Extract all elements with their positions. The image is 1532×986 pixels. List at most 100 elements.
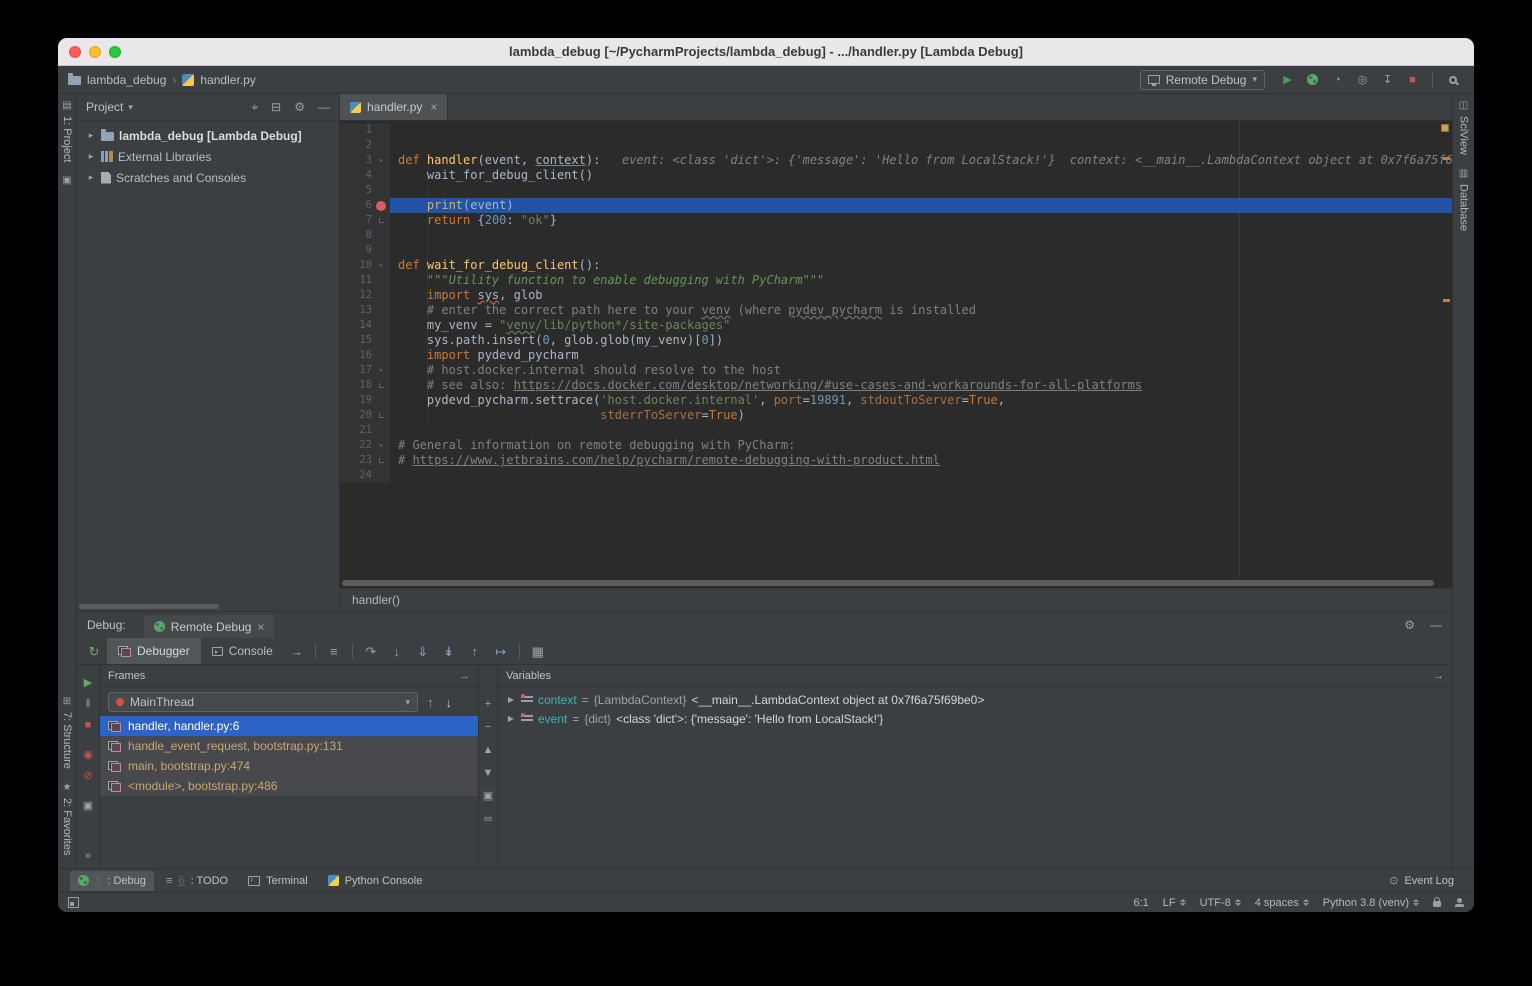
- gutter[interactable]: 7: [340, 213, 390, 228]
- code-text[interactable]: # https://www.jetbrains.com/help/pycharm…: [390, 453, 1452, 468]
- profiler-button[interactable]: ◎: [1351, 69, 1374, 91]
- run-to-cursor-icon[interactable]: ↦: [488, 645, 514, 658]
- toolbutton-python-console[interactable]: Python Console: [320, 871, 431, 891]
- code-text[interactable]: [390, 423, 1452, 438]
- gutter[interactable]: 19: [340, 393, 390, 408]
- gutter[interactable]: 3▾: [340, 153, 390, 168]
- stop-button-debug[interactable]: ■: [85, 720, 92, 731]
- code-line-2[interactable]: 2: [340, 138, 1452, 153]
- resume-button[interactable]: ▶: [84, 678, 92, 689]
- view-as-table-icon[interactable]: ▦: [525, 645, 551, 658]
- attach-button[interactable]: ↧: [1376, 69, 1399, 91]
- gutter[interactable]: 9: [340, 243, 390, 258]
- duplicate-watch-button[interactable]: ▣: [483, 791, 493, 802]
- code-line-12[interactable]: 12 import sys, glob: [340, 288, 1452, 303]
- toolbutton-todo[interactable]: ≡6: TODO: [158, 871, 236, 891]
- gutter[interactable]: 13: [340, 303, 390, 318]
- breadcrumb-project[interactable]: lambda_debug: [87, 73, 166, 87]
- fold-down-icon[interactable]: ▾: [379, 438, 384, 453]
- step-over-icon[interactable]: ↷: [358, 645, 384, 658]
- gutter[interactable]: 24: [340, 468, 390, 483]
- rerun-debugger-icon[interactable]: ↻: [81, 645, 107, 658]
- frame-row[interactable]: handle_event_request, bootstrap.py:131: [100, 736, 478, 756]
- code-text[interactable]: # General information on remote debuggin…: [390, 438, 1452, 453]
- debug-button[interactable]: [1301, 69, 1324, 91]
- code-line-16[interactable]: 16 import pydevd_pycharm: [340, 348, 1452, 363]
- tool-stripe-extra[interactable]: ▣: [61, 169, 73, 193]
- status-item[interactable]: LF: [1163, 897, 1186, 909]
- restore-layout-button[interactable]: ▣: [83, 801, 93, 812]
- tool-stripe-sciview[interactable]: ◫SciView: [1458, 94, 1470, 162]
- code-text[interactable]: # see also: https://docs.docker.com/desk…: [390, 378, 1452, 393]
- code-text[interactable]: def wait_for_debug_client():: [390, 258, 1452, 273]
- status-item[interactable]: 4 spaces: [1255, 897, 1309, 909]
- fold-down-icon[interactable]: ▾: [379, 363, 384, 378]
- code-text[interactable]: print(event): [390, 198, 1452, 213]
- gutter[interactable]: 21: [340, 423, 390, 438]
- force-step-into-icon[interactable]: ⇓: [410, 645, 436, 658]
- code-line-20[interactable]: 20 stderrToServer=True): [340, 408, 1452, 423]
- code-line-13[interactable]: 13 # enter the correct path here to your…: [340, 303, 1452, 318]
- error-stripe-mark[interactable]: [1443, 157, 1450, 160]
- code-line-18[interactable]: 18 # see also: https://docs.docker.com/d…: [340, 378, 1452, 393]
- mute-breakpoints-button[interactable]: ⊘: [83, 771, 92, 782]
- error-stripe-mark[interactable]: [1443, 299, 1450, 302]
- gutter[interactable]: 14: [340, 318, 390, 333]
- gutter[interactable]: 18: [340, 378, 390, 393]
- gutter[interactable]: 20: [340, 408, 390, 423]
- code-line-19[interactable]: 19 pydevd_pycharm.settrace('host.docker.…: [340, 393, 1452, 408]
- run-button[interactable]: ▶: [1276, 69, 1299, 91]
- inline-values-button[interactable]: ∞: [484, 814, 492, 825]
- gutter[interactable]: 15: [340, 333, 390, 348]
- code-line-11[interactable]: 11 """Utility function to enable debuggi…: [340, 273, 1452, 288]
- code-line-6[interactable]: 6 print(event): [340, 198, 1452, 213]
- chevron-down-icon[interactable]: ▾: [128, 102, 133, 113]
- code-text[interactable]: sys.path.insert(0, glob.glob(my_venv)[0]…: [390, 333, 1452, 348]
- breadcrumb-file[interactable]: handler.py: [200, 73, 255, 87]
- gutter[interactable]: 10▾: [340, 258, 390, 273]
- more-options-button[interactable]: »: [85, 851, 91, 862]
- gutter[interactable]: 1: [340, 123, 390, 138]
- gutter[interactable]: 6: [340, 198, 390, 213]
- toolbutton-event-log[interactable]: ⊙Event Log: [1381, 871, 1462, 891]
- run-config-selector[interactable]: Remote Debug ▾: [1140, 70, 1265, 90]
- code-text[interactable]: def handler(event, context): event: <cla…: [390, 153, 1452, 168]
- fold-end-icon[interactable]: [379, 383, 384, 388]
- code-line-3[interactable]: 3▾def handler(event, context): event: <c…: [340, 153, 1452, 168]
- code-line-21[interactable]: 21: [340, 423, 1452, 438]
- project-tree-item[interactable]: ▸External Libraries: [77, 146, 339, 167]
- next-frame-button[interactable]: ↓: [446, 695, 453, 710]
- debug-session-tab[interactable]: Remote Debug ×: [144, 615, 275, 638]
- code-text[interactable]: """Utility function to enable debugging …: [390, 273, 1452, 288]
- gutter[interactable]: 22▾: [340, 438, 390, 453]
- code-line-8[interactable]: 8: [340, 228, 1452, 243]
- code-text[interactable]: [390, 243, 1452, 258]
- panel-pin-icon[interactable]: →: [459, 670, 470, 682]
- titlebar[interactable]: lambda_debug [~/PycharmProjects/lambda_d…: [58, 38, 1474, 66]
- search-everywhere-button[interactable]: [1441, 69, 1464, 91]
- gutter[interactable]: 23: [340, 453, 390, 468]
- step-into-my-code-icon[interactable]: ↡: [436, 645, 462, 658]
- chevron-right-icon[interactable]: ▸: [86, 172, 96, 183]
- expand-icon[interactable]: ▶: [506, 714, 516, 723]
- code-line-23[interactable]: 23# https://www.jetbrains.com/help/pycha…: [340, 453, 1452, 468]
- code-line-15[interactable]: 15 sys.path.insert(0, glob.glob(my_venv)…: [340, 333, 1452, 348]
- code-text[interactable]: import pydevd_pycharm: [390, 348, 1452, 363]
- variable-row[interactable]: ▶context = {LambdaContext}<__main__.Lamb…: [498, 690, 1452, 709]
- hide-debug-icon[interactable]: —: [1430, 618, 1442, 632]
- view-breakpoints-button[interactable]: ◉: [83, 750, 93, 761]
- code-text[interactable]: [390, 183, 1452, 198]
- editor-breadcrumb[interactable]: handler(): [340, 588, 1452, 611]
- code-line-22[interactable]: 22▾# General information on remote debug…: [340, 438, 1452, 453]
- move-watch-down-button[interactable]: ▼: [483, 768, 494, 779]
- code-line-14[interactable]: 14 my_venv = "venv/lib/python*/site-pack…: [340, 318, 1452, 333]
- thread-selector[interactable]: MainThread ▾: [108, 692, 418, 712]
- tool-window-switcher-icon[interactable]: [68, 897, 79, 908]
- editor-tab-handler[interactable]: handler.py ×: [340, 94, 448, 120]
- debug-settings-icon[interactable]: ⚙: [1404, 618, 1415, 632]
- close-tab-icon[interactable]: ×: [430, 100, 437, 114]
- code-line-7[interactable]: 7 return {200: "ok"}: [340, 213, 1452, 228]
- code-text[interactable]: wait_for_debug_client(): [390, 168, 1452, 183]
- collapse-all-icon[interactable]: ⊟: [271, 101, 281, 113]
- code-text[interactable]: return {200: "ok"}: [390, 213, 1452, 228]
